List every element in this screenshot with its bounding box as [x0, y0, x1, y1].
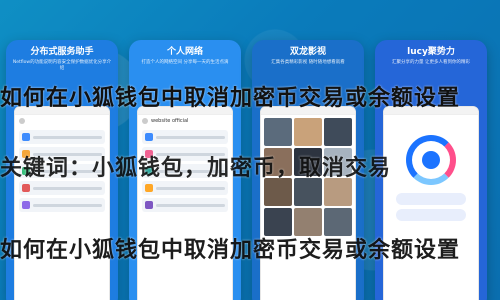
- media-thumbnail[interactable]: [264, 178, 292, 206]
- card-subtitle: 汇聚分享的力量 让更多人看到你的精彩: [392, 60, 470, 65]
- card-subtitle: 汇集各类精彩影视 随时随地想看就看: [271, 60, 345, 65]
- card-subtitle: Netflow的功能说明内容安全保护数据优化分享介绍: [12, 60, 112, 71]
- item-icon: [145, 201, 153, 209]
- list-item[interactable]: [19, 198, 105, 212]
- card-title: 分布式服务助手: [30, 47, 94, 57]
- list-item[interactable]: [142, 130, 228, 144]
- app-bar: [15, 115, 109, 127]
- app-icon: [19, 118, 25, 124]
- app-icon: [142, 118, 148, 124]
- media-thumbnail[interactable]: [294, 118, 322, 146]
- phone-screen: website official: [137, 106, 233, 300]
- card-title: lucy聚势力: [407, 47, 455, 57]
- phone-screen: [260, 106, 356, 300]
- media-thumbnail[interactable]: [294, 178, 322, 206]
- item-icon: [22, 133, 30, 141]
- card-subtitle: 打造个人的网络空间 分享每一天的生活点滴: [141, 60, 229, 65]
- list-item[interactable]: [142, 198, 228, 212]
- phone-screen: [14, 106, 110, 300]
- action-button[interactable]: [396, 193, 466, 205]
- list-item[interactable]: [142, 181, 228, 195]
- placeholder-bar: [33, 186, 102, 190]
- card-title: 个人网络: [166, 47, 203, 57]
- placeholder-bar: [156, 203, 225, 207]
- overlay-title-line: 如何在小狐钱包中取消加密币交易或余额设置: [0, 85, 461, 111]
- item-icon: [145, 184, 153, 192]
- action-button[interactable]: [396, 209, 466, 221]
- media-thumbnail[interactable]: [324, 118, 352, 146]
- card-title: 双龙影视: [289, 47, 326, 57]
- placeholder-bar: [156, 135, 225, 139]
- phone-screen: [383, 106, 479, 300]
- overlay-title-repeat-line: 如何在小狐钱包中取消加密币交易或余额设置: [0, 237, 461, 263]
- item-icon: [22, 184, 30, 192]
- placeholder-bar: [156, 186, 225, 190]
- placeholder-bar: [33, 203, 102, 207]
- item-icon: [145, 133, 153, 141]
- media-thumbnail[interactable]: [324, 178, 352, 206]
- list-item[interactable]: [19, 130, 105, 144]
- media-thumbnail[interactable]: [264, 118, 292, 146]
- app-bar: website official: [138, 115, 232, 127]
- app-title: website official: [151, 118, 189, 124]
- list-item[interactable]: [19, 181, 105, 195]
- overlay-keywords-line: 关键词：小狐钱包，加密币，取消交易: [0, 155, 392, 181]
- item-icon: [22, 201, 30, 209]
- placeholder-bar: [33, 135, 102, 139]
